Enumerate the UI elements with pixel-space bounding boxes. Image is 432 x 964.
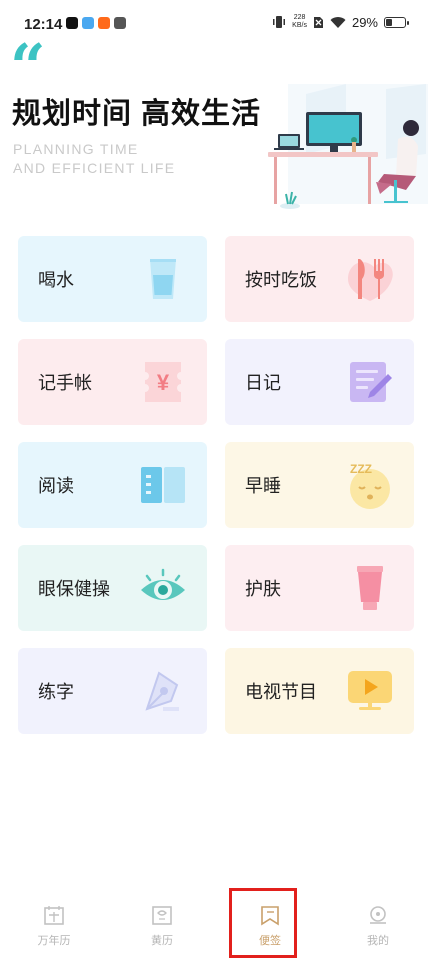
water-glass-icon [150,259,176,299]
card-label: 按时吃饭 [245,270,317,290]
net-speed-unit: KB/s [292,22,307,29]
card-label: 日记 [245,373,281,393]
subtitle-line-1: PLANNING TIME [13,141,139,157]
card-journal[interactable]: 记手帐 ¥ [18,339,207,425]
card-reading[interactable]: 阅读 [18,442,207,528]
status-app-icons [66,17,126,29]
nav-label: 我的 [367,935,389,947]
card-sleep-early[interactable]: 早睡 ZZZ [225,442,414,528]
yen-ticket-icon: ¥ [145,362,181,402]
net-speed-value: 228 [293,14,306,21]
almanac-icon [152,906,172,925]
skincare-tube-icon [357,566,383,610]
card-label: 电视节目 [245,682,317,702]
open-book-icon [141,467,185,503]
card-eat-on-time[interactable]: 按时吃饭 [225,236,414,322]
vibrate-icon [273,16,286,28]
weather-icon [82,17,94,29]
page-subtitle: PLANNING TIME AND EFFICIENT LIFE [13,140,175,178]
profile-icon [370,906,386,924]
card-label: 喝水 [38,270,74,290]
desk-illustration [268,84,428,209]
habit-grid: 喝水 按时吃饭 记手帐 ¥ 日记 阅读 早睡 ZZZ 眼保健操 护肤 练字 电视… [18,236,414,734]
taobao-icon [98,17,110,29]
sleeping-face-icon: ZZZ [350,462,390,509]
card-label: 阅读 [38,476,74,496]
eye-icon [141,568,185,600]
app-store-icon [114,17,126,29]
nav-calendar[interactable]: 万年历 [0,884,108,964]
card-label: 练字 [38,682,74,702]
status-bar: 12:14 228 KB/s 29% [0,0,432,50]
bottom-nav: 万年历 黄历 便签 我的 [0,884,432,964]
pen-nib-icon [145,671,179,711]
tv-play-icon [348,671,392,710]
subtitle-line-2: AND EFFICIENT LIFE [13,160,176,176]
nav-profile[interactable]: 我的 [324,884,432,964]
notepad-pencil-icon [350,362,392,402]
card-skincare[interactable]: 护肤 [225,545,414,631]
nav-label: 黄历 [151,935,173,947]
card-diary[interactable]: 日记 [225,339,414,425]
battery-percent: 29% [351,14,378,30]
quote-mark-icon: “ [10,30,46,103]
battery-icon [384,16,409,28]
card-label: 眼保健操 [38,579,110,599]
net-speed: 228 KB/s [292,14,307,30]
svg-text:¥: ¥ [157,370,170,395]
card-drink-water[interactable]: 喝水 [18,236,207,322]
nav-almanac[interactable]: 黄历 [108,884,216,964]
card-label: 记手帐 [38,373,92,393]
fork-knife-icon [348,259,393,301]
svg-text:ZZZ: ZZZ [350,462,372,476]
tiktok-icon [66,17,78,29]
highlight-box [229,888,297,958]
status-right: 228 KB/s 29% [272,14,409,30]
page-title: 规划时间 高效生活 [12,98,262,130]
sim-off-icon [313,16,323,28]
nav-label: 万年历 [37,935,71,947]
wifi-icon [330,16,346,28]
calendar-icon [44,906,64,925]
card-eye-exercise[interactable]: 眼保健操 [18,545,207,631]
card-label: 护肤 [245,579,281,599]
card-calligraphy[interactable]: 练字 [18,648,207,734]
card-label: 早睡 [245,476,281,496]
card-tv-shows[interactable]: 电视节目 [225,648,414,734]
